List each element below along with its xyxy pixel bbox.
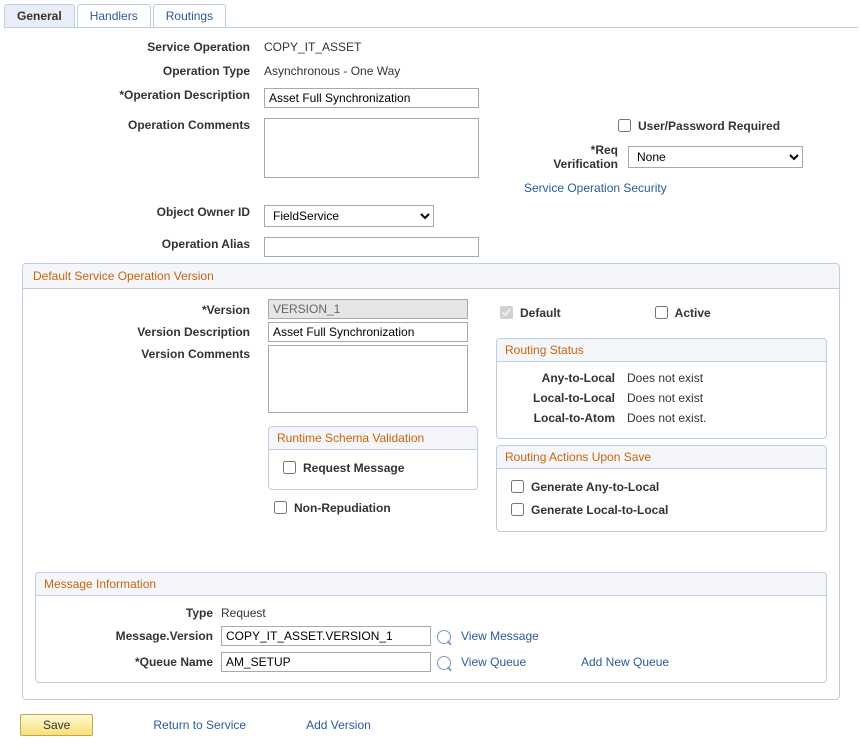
default-service-operation-version-title: Default Service Operation Version xyxy=(23,264,839,289)
return-to-service-link[interactable]: Return to Service xyxy=(153,718,246,732)
message-information-title: Message Information xyxy=(36,573,826,596)
local-to-atom-value: Does not exist. xyxy=(627,411,706,425)
operation-comments-label: Operation Comments xyxy=(4,114,254,132)
operation-description-input[interactable] xyxy=(264,88,479,108)
local-to-local-label: Local-to-Local xyxy=(507,391,627,405)
message-version-input[interactable] xyxy=(221,626,431,646)
add-new-queue-link[interactable]: Add New Queue xyxy=(581,655,669,669)
routing-actions-upon-save-title: Routing Actions Upon Save xyxy=(497,446,826,469)
routing-status-title: Routing Status xyxy=(497,339,826,362)
operation-type-label: Operation Type xyxy=(4,60,254,78)
version-label: *Version xyxy=(35,299,250,321)
version-comments-input[interactable] xyxy=(268,345,468,413)
operation-alias-input[interactable] xyxy=(264,237,479,257)
active-label: Active xyxy=(675,306,711,320)
request-message-label: Request Message xyxy=(303,461,404,475)
service-operation-value: COPY_IT_ASSET xyxy=(264,36,484,54)
object-owner-id-select[interactable]: FieldService xyxy=(264,205,434,227)
tab-routings[interactable]: Routings xyxy=(153,4,226,27)
non-repudiation-checkbox[interactable] xyxy=(274,501,287,514)
queue-name-label: *Queue Name xyxy=(46,655,221,669)
default-label: Default xyxy=(520,306,561,320)
version-description-input[interactable] xyxy=(268,322,468,342)
local-to-local-value: Does not exist xyxy=(627,391,703,405)
save-button[interactable]: Save xyxy=(20,714,93,736)
generate-any-to-local-label: Generate Any-to-Local xyxy=(531,480,659,494)
object-owner-id-label: Object Owner ID xyxy=(4,201,254,219)
msg-type-value: Request xyxy=(221,606,461,620)
req-verification-select[interactable]: None xyxy=(628,146,803,168)
bottom-actions-row: Save Return to Service Add Version xyxy=(4,706,858,744)
operation-type-value: Asynchronous - One Way xyxy=(264,60,484,78)
user-password-required-checkbox[interactable] xyxy=(618,119,631,132)
message-version-label: Message.Version xyxy=(46,629,221,643)
tab-general[interactable]: General xyxy=(4,4,75,27)
add-version-link[interactable]: Add Version xyxy=(306,718,371,732)
user-password-required-label: User/Password Required xyxy=(638,119,780,133)
operation-alias-label: Operation Alias xyxy=(4,233,254,251)
msg-type-label: Type xyxy=(46,606,221,620)
version-description-label: Version Description xyxy=(35,321,250,343)
message-version-lookup-icon[interactable] xyxy=(437,630,451,644)
any-to-local-label: Any-to-Local xyxy=(507,371,627,385)
request-message-checkbox[interactable] xyxy=(283,461,296,474)
generate-local-to-local-label: Generate Local-to-Local xyxy=(531,503,668,517)
default-service-operation-version-box: Default Service Operation Version *Versi… xyxy=(22,263,840,700)
version-comments-label: Version Comments xyxy=(35,343,250,365)
non-repudiation-label: Non-Repudiation xyxy=(294,501,391,515)
tab-handlers[interactable]: Handlers xyxy=(77,4,151,27)
default-checkbox xyxy=(500,306,513,319)
runtime-schema-validation-title: Runtime Schema Validation xyxy=(269,427,477,450)
view-queue-link[interactable]: View Queue xyxy=(461,655,526,669)
generate-any-to-local-checkbox[interactable] xyxy=(511,480,524,493)
service-operation-label: Service Operation xyxy=(4,36,254,54)
local-to-atom-label: Local-to-Atom xyxy=(507,411,627,425)
version-input xyxy=(268,299,468,319)
view-message-link[interactable]: View Message xyxy=(461,629,539,643)
generate-local-to-local-checkbox[interactable] xyxy=(511,503,524,516)
general-form: Service Operation COPY_IT_ASSET Operatio… xyxy=(4,36,858,257)
service-operation-security-link[interactable]: Service Operation Security xyxy=(524,181,667,195)
operation-comments-input[interactable] xyxy=(264,118,479,178)
active-checkbox[interactable] xyxy=(655,306,668,319)
any-to-local-value: Does not exist xyxy=(627,371,703,385)
req-verification-label: *Req Verification xyxy=(524,143,624,171)
tabs-bar: General Handlers Routings xyxy=(4,4,858,28)
queue-name-input[interactable] xyxy=(221,652,431,672)
operation-description-label: *Operation Description xyxy=(4,84,254,102)
queue-name-lookup-icon[interactable] xyxy=(437,656,451,670)
